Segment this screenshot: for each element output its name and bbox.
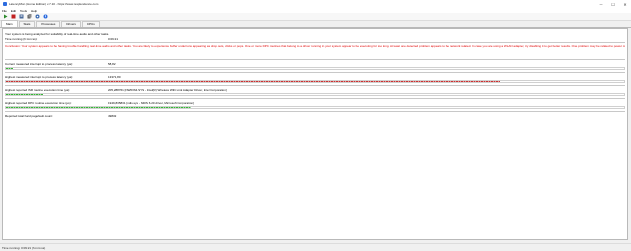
main-panel: Your system is being analyzed for suitab… [2, 28, 628, 240]
tab-cpus[interactable]: CPUs [81, 21, 100, 27]
tab-drivers[interactable]: Drivers [61, 21, 81, 27]
divider [5, 98, 625, 99]
metric-label: Current measured interrupt to process la… [5, 62, 73, 66]
help-icon[interactable] [43, 14, 48, 19]
dpc-bar-fill [6, 107, 192, 108]
menu-tools[interactable]: Tools [18, 9, 29, 13]
tab-main[interactable]: Main [1, 20, 18, 27]
latency-bar-fill [6, 68, 14, 69]
time-running-value: 0:09:21 [108, 37, 119, 41]
metric-value: 205,288761 [NWIFI64.SYS - Intel(R) Wirel… [108, 88, 227, 92]
menu-file[interactable]: File [0, 9, 9, 13]
copy-icon[interactable] [27, 14, 32, 19]
maximize-button[interactable]: ☐ [607, 0, 619, 8]
tab-processes[interactable]: Processes [36, 21, 61, 27]
metric-value: 58,82 [108, 62, 116, 66]
start-icon[interactable] [3, 14, 8, 19]
report-icon[interactable] [19, 14, 24, 19]
stop-icon[interactable] [11, 14, 16, 19]
window-title: LatencyMon (Home Edition) v.7.10 - https… [9, 2, 99, 6]
close-button[interactable]: ✕ [619, 0, 631, 8]
isr-bar [5, 93, 625, 96]
app-icon [3, 2, 7, 6]
tab-stats[interactable]: Stats [18, 21, 36, 27]
divider [5, 72, 625, 73]
metric-value: 49832 [108, 114, 117, 118]
window-controls: ─ ☐ ✕ [595, 0, 631, 8]
conclusion-text: Conclusion: Your system appears to be ha… [5, 44, 625, 48]
metric-value: 1949,835831 [ndis.sys - NDIS 6.20 driver… [108, 101, 194, 105]
menu-edit[interactable]: Edit [9, 9, 18, 13]
dpc-bar [5, 106, 625, 109]
tab-strip: Main Stats Processes Drivers CPUs [0, 20, 631, 28]
metric-value: 13371,80 [108, 75, 121, 79]
latency-bar-fill [6, 81, 501, 82]
latency-bar-highest [5, 80, 625, 83]
menu-help[interactable]: Help [29, 9, 39, 13]
settings-icon[interactable] [35, 14, 40, 19]
metric-label: Highest reported DPC routine execution t… [5, 101, 72, 105]
divider [5, 42, 625, 43]
toolbar [0, 13, 631, 21]
metric-label: Highest measured interrupt to process la… [5, 75, 74, 79]
time-running-label: Time running (h:mm:ss): [5, 37, 38, 41]
divider [5, 111, 625, 112]
metric-label: Reported total hard pagefault count: [5, 114, 53, 118]
metric-label: Highest reported ISR routine execution t… [5, 88, 71, 92]
minimize-button[interactable]: ─ [595, 0, 607, 8]
isr-bar-fill [6, 94, 44, 95]
divider [5, 85, 625, 86]
status-text: Time running: 0:09:21 (h:mm:ss) [2, 245, 46, 250]
divider [5, 59, 625, 60]
status-line: Your system is being analyzed for suitab… [5, 32, 110, 36]
latency-bar-current [5, 67, 625, 70]
title-bar: LatencyMon (Home Edition) v.7.10 - https… [0, 0, 631, 8]
